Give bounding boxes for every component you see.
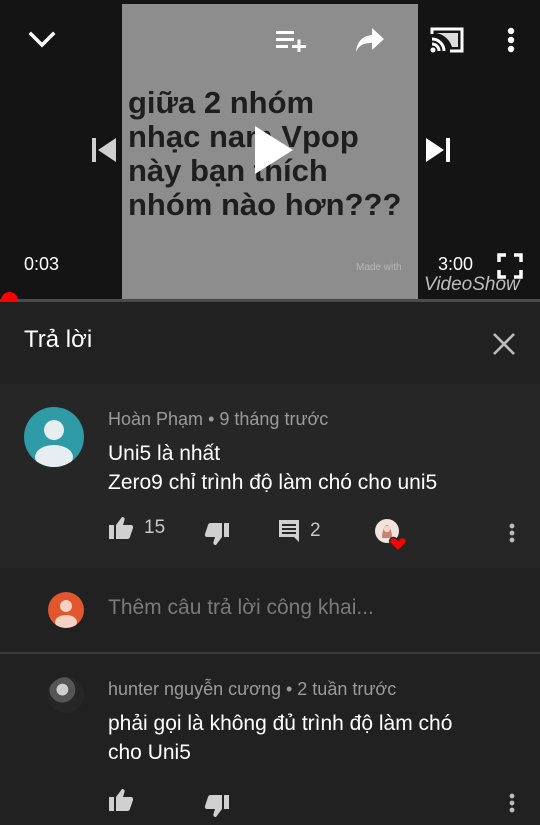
panel-title: Trả lời [24,326,93,353]
reply-age: 2 tuần trước [297,679,397,699]
reply-button[interactable]: 2 [278,519,321,543]
more-vert-icon [509,793,515,813]
reply-author[interactable]: hunter nguyễn cương [108,679,281,699]
close-button[interactable] [486,326,522,362]
comment-text: Uni5 là nhất Zero9 chỉ trình độ làm chó … [108,439,437,497]
thumb-up-icon [109,517,134,539]
fullscreen-button[interactable] [494,250,526,282]
more-options-button[interactable] [498,20,524,60]
comment-line: Zero9 chỉ trình độ làm chó cho uni5 [108,471,438,494]
like-count: 15 [144,517,166,538]
thumb-down-icon [204,795,229,817]
creator-heart-icon [375,519,407,553]
playlist-add-icon [276,31,306,52]
video-player[interactable]: giữa 2 nhóm nhạc nam Vpop này bạn thích … [0,0,540,300]
skip-previous-icon [92,138,116,162]
comment-meta: Hoàn Phạm • 9 tháng trước [108,409,328,430]
comment-line: Uni5 là nhất [108,442,221,465]
comment-author[interactable]: Hoàn Phạm [108,409,203,429]
close-icon [493,333,515,355]
comment-icon [279,520,299,542]
reply-line: phải gọi là không đủ trình độ làm chó [108,712,453,735]
creator-heart-badge [374,518,410,553]
reply-more-button[interactable] [500,788,524,818]
fullscreen-icon [497,253,523,279]
add-to-playlist-button[interactable] [272,22,310,58]
reply-avatar[interactable] [48,677,84,713]
cast-button[interactable] [428,22,466,58]
divider [0,652,540,654]
comment-age: 9 tháng trước [219,409,329,429]
thumb-up-icon [109,789,134,811]
reply-like-button[interactable] [108,788,134,812]
reply-meta: hunter nguyễn cương • 2 tuần trước [108,679,396,700]
more-vert-icon [507,27,515,53]
play-icon [255,126,293,174]
reply-dislike-button[interactable] [204,794,230,818]
dislike-button[interactable] [204,522,230,546]
current-time: 0:03 [24,254,60,274]
watermark-small: Made with [356,262,402,273]
comment-more-button[interactable] [500,518,524,548]
duration: 3:00 [438,254,474,274]
reply-text: phải gọi là không đủ trình độ làm chó ch… [108,709,452,767]
share-button[interactable] [352,22,388,58]
cast-icon [430,27,464,53]
previous-button[interactable] [84,130,124,170]
next-button[interactable] [418,130,458,170]
default-avatar-icon [55,600,77,628]
user-avatar [48,592,84,628]
play-button[interactable] [248,120,298,180]
default-avatar-icon [35,420,73,467]
more-vert-icon [509,523,515,543]
chevron-down-icon [28,31,56,48]
reply-count: 2 [310,520,321,541]
skip-next-icon [426,138,450,162]
reply-input[interactable]: Thêm câu trả lời công khai... [108,596,374,620]
like-button[interactable]: 15 [108,516,165,540]
overlay-line: nhóm nào hơn??? [128,187,402,222]
meta-separator: • [285,679,298,699]
thumb-down-icon [204,523,229,545]
meta-separator: • [208,409,220,429]
reply-line: cho Uni5 [108,741,191,764]
collapse-button[interactable] [22,20,62,60]
overlay-line: giữa 2 nhóm [128,85,315,120]
share-icon [356,28,384,52]
avatar[interactable] [24,407,84,467]
